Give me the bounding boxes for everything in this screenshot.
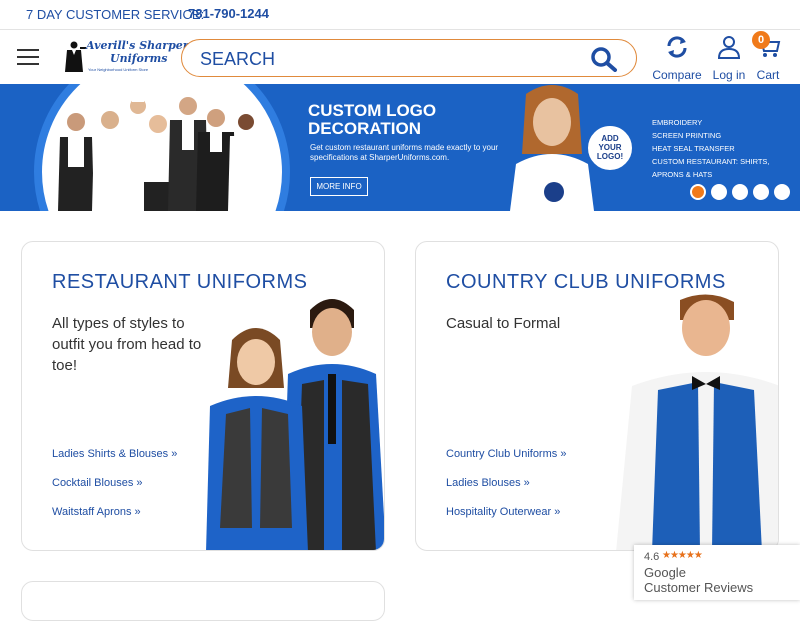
service-item: HEAT SEAL TRANSFER [652,144,735,153]
category-card[interactable] [21,581,385,621]
compare-label: Compare [652,68,702,82]
carousel-dot-1[interactable] [690,184,706,200]
reviews-source: Google [644,565,686,580]
card-subtitle: Casual to Formal [446,313,560,334]
link-cocktail-blouses[interactable]: Cocktail Blouses » [52,477,177,506]
link-hospitality-outerwear[interactable]: Hospitality Outerwear » [446,506,566,535]
card-links: Ladies Shirts & Blouses » Cocktail Blous… [52,448,177,535]
user-icon [717,36,741,59]
banner-description: Get custom restaurant uniforms made exac… [310,143,499,162]
cart-label: Cart [756,68,780,82]
services-list: EMBROIDERY SCREEN PRINTING HEAT SEAL TRA… [652,116,770,181]
search-input[interactable] [200,47,580,71]
carousel-dot-4[interactable] [753,184,769,200]
carousel-dot-5[interactable] [774,184,790,200]
service-item: EMBROIDERY [652,118,703,127]
service-item: SCREEN PRINTING [652,131,722,140]
card-subtitle-line: All types of styles to [52,315,185,332]
banner-title: CUSTOM LOGO DECORATION [308,102,436,138]
add-logo-line1: ADD [601,134,619,143]
restaurant-uniforms-card[interactable]: RESTAURANT UNIFORMS All types of styles … [21,241,385,551]
cart-button[interactable]: 0 Cart [752,31,784,82]
service-item: CUSTOM RESTAURANT: SHIRTS, [652,157,770,166]
login-label: Log in [712,68,746,82]
restaurant-staff-image [206,299,384,550]
add-logo-line3: LOGO! [596,152,624,161]
review-rating: 4.6 [644,551,660,563]
carousel-dot-3[interactable] [732,184,748,200]
cart-count-badge: 0 [752,31,770,49]
top-bar: 7 DAY CUSTOMER SERVICE: 781-790-1244 [0,0,800,30]
reviews-label: Customer Reviews [644,580,754,595]
card-subtitle-line: Casual to Formal [446,315,561,332]
logo-text-line2: Uniforms [110,52,168,65]
search-bar [181,39,637,77]
add-logo-line2: YOUR [598,143,622,152]
logo-tagline: Your Neighborhood Uniform Store [88,67,149,72]
link-waitstaff-aprons[interactable]: Waitstaff Aprons » [52,506,177,535]
staff-group-image [58,96,264,211]
customer-service-phone[interactable]: 781-790-1244 [188,6,269,21]
carousel-dot-2[interactable] [711,184,727,200]
card-subtitle-line: toe! [52,357,78,374]
country-club-staff-image [616,294,778,550]
link-ladies-shirts-blouses[interactable]: Ladies Shirts & Blouses » [52,448,177,477]
link-country-club-uniforms[interactable]: Country Club Uniforms » [446,448,566,477]
card-links: Country Club Uniforms » Ladies Blouses »… [446,448,566,535]
more-info-button[interactable]: MORE INFO [310,177,368,196]
banner-title-line1: CUSTOM LOGO [308,101,437,120]
menu-icon[interactable] [17,49,39,66]
customer-service-label: 7 DAY CUSTOMER SERVICE: [26,7,205,22]
card-title[interactable]: RESTAURANT UNIFORMS [52,271,307,294]
add-your-logo-badge: ADD YOUR LOGO! [586,124,634,172]
google-reviews-widget[interactable]: 4.6 ★★★★★ Google Customer Reviews [634,545,800,600]
search-icon[interactable] [590,46,618,72]
card-title[interactable]: COUNTRY CLUB UNIFORMS [446,271,726,294]
link-ladies-blouses[interactable]: Ladies Blouses » [446,477,566,506]
site-header: Averill's Sharper Uniforms Your Neighbor… [0,31,800,84]
site-logo[interactable]: Averill's Sharper Uniforms Your Neighbor… [62,37,189,77]
card-subtitle: All types of styles to outfit you from h… [52,313,201,376]
logo-text-line1: Averill's Sharper [86,39,189,52]
rating-stars-icon: ★★★★★ [662,550,703,561]
banner-title-line2: DECORATION [308,119,422,138]
login-button[interactable]: Log in [709,35,749,82]
card-subtitle-line: outfit you from head to [52,336,202,353]
compare-button[interactable]: Compare [650,35,704,82]
service-item: APRONS & HATS [652,170,713,179]
waiter-figure-icon [65,41,86,72]
promo-banner[interactable]: CUSTOM LOGO DECORATION Get custom restau… [0,84,800,211]
country-club-uniforms-card[interactable]: COUNTRY CLUB UNIFORMS Casual to Formal C… [415,241,779,551]
refresh-icon [667,36,687,58]
